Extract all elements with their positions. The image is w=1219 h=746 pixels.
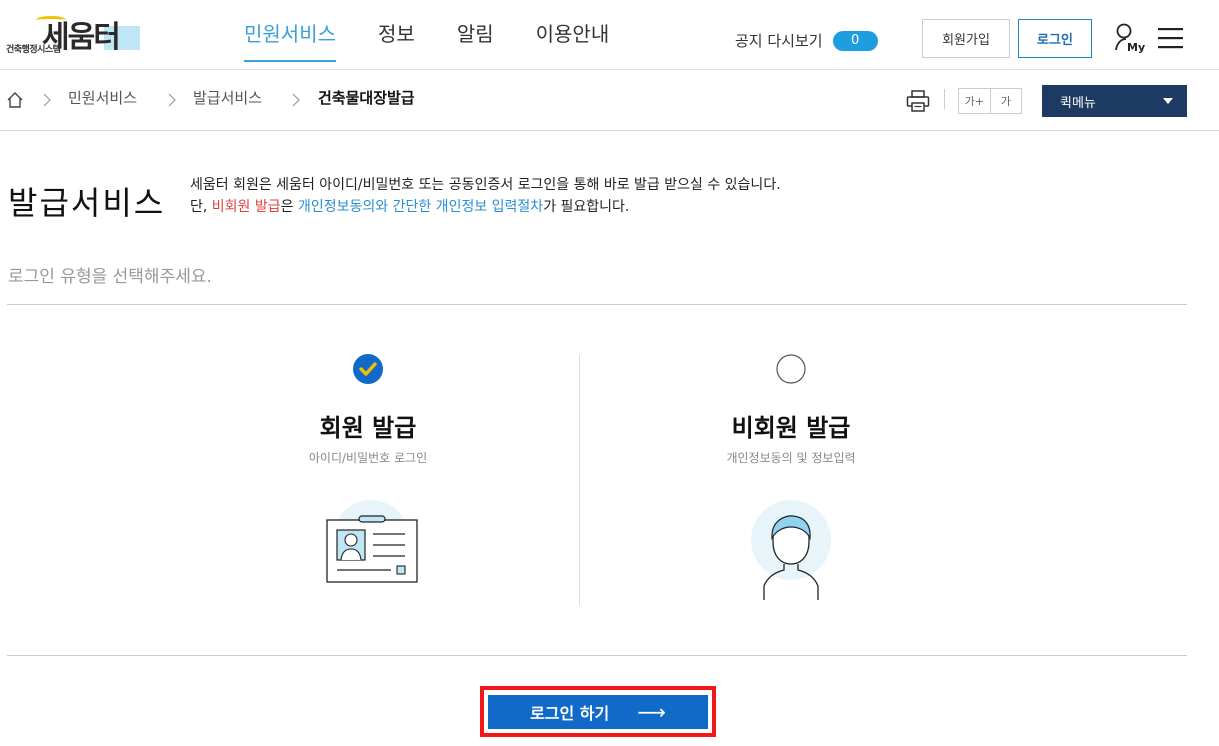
my-page-icon[interactable]: My: [1113, 22, 1147, 54]
option-subtitle: 개인정보동의 및 정보입력: [726, 451, 856, 465]
option-nonmember-issuance[interactable]: 비회원 발급 개인정보동의 및 정보입력: [641, 354, 941, 600]
id-card-icon: [313, 500, 423, 600]
notice-label: 공지 다시보기: [735, 32, 823, 50]
main-nav: 민원서비스 정보 알림 이용안내: [244, 18, 651, 62]
seumteo-logo[interactable]: 세움터 건축행정시스템: [6, 12, 146, 58]
chevron-right-icon: [291, 92, 301, 108]
radio-unselected-icon[interactable]: [776, 354, 806, 384]
nav-notice[interactable]: 알림: [457, 18, 494, 62]
arrow-right-icon: ⟶: [637, 700, 666, 724]
divider-top: [7, 304, 1187, 305]
caret-down-icon: [1163, 98, 1173, 104]
page-description: 세움터 회원은 세움터 아이디/비밀번호 또는 공동인증서 로그인을 통해 바로…: [190, 174, 781, 218]
toolbar-divider: [944, 89, 945, 109]
description-line-1: 세움터 회원은 세움터 아이디/비밀번호 또는 공동인증서 로그인을 통해 바로…: [190, 177, 781, 193]
quickmenu-select[interactable]: 퀵메뉴: [1042, 85, 1187, 117]
nav-guide[interactable]: 이용안내: [536, 18, 610, 62]
option-title: 회원 발급: [319, 414, 417, 442]
my-label: My: [1127, 41, 1145, 54]
breadcrumb-item[interactable]: 발급서비스: [193, 87, 262, 108]
header-login-button[interactable]: 로그인: [1018, 19, 1092, 58]
font-increase-button[interactable]: 가+: [959, 89, 991, 113]
chevron-right-icon: [42, 92, 52, 108]
breadcrumb-current: 건축물대장발급: [318, 89, 415, 107]
login-type-instruction: 로그인 유형을 선택해주세요.: [8, 267, 212, 287]
description-line-2: 단, 비회원 발급은 개인정보동의와 간단한 개인정보 입력절차가 필요합니다.: [190, 196, 781, 218]
desc-highlight-blue: 개인정보동의와 간단한 개인정보 입력절차: [297, 199, 544, 215]
breadcrumb-item[interactable]: 민원서비스: [68, 87, 137, 108]
option-title: 비회원 발급: [731, 414, 851, 442]
options-divider: [579, 355, 580, 605]
font-default-button[interactable]: 가: [991, 89, 1022, 113]
option-subtitle: 아이디/비밀번호 로그인: [308, 451, 428, 465]
font-size-control: 가+ 가: [958, 88, 1022, 114]
desc-suffix: 가 필요합니다.: [543, 199, 630, 215]
site-header: 세움터 건축행정시스템 민원서비스 정보 알림 이용안내 공지 다시보기 0 회…: [0, 0, 1219, 70]
join-button[interactable]: 회원가입: [922, 19, 1010, 58]
check-selected-icon[interactable]: [353, 354, 383, 384]
login-button[interactable]: 로그인 하기 ⟶: [488, 695, 708, 729]
nav-info[interactable]: 정보: [378, 18, 415, 62]
breadcrumb: 민원서비스 발급서비스 건축물대장발급 가+ 가 퀵메뉴: [0, 71, 1219, 131]
nav-civil-service[interactable]: 민원서비스: [244, 18, 336, 62]
quickmenu-label: 퀵메뉴: [1060, 95, 1096, 111]
notice-reopen[interactable]: 공지 다시보기 0: [735, 30, 878, 51]
home-icon[interactable]: [6, 91, 24, 109]
page-title: 발급서비스: [8, 184, 166, 222]
desc-mid: 은: [280, 199, 298, 215]
logo-subtext: 건축행정시스템: [6, 45, 61, 55]
option-member-issuance[interactable]: 회원 발급 아이디/비밀번호 로그인: [218, 354, 518, 600]
desc-highlight-red: 비회원 발급: [211, 199, 281, 215]
print-icon[interactable]: [906, 90, 930, 112]
person-icon: [736, 500, 846, 600]
notice-count-badge: 0: [832, 30, 878, 51]
login-button-label: 로그인 하기: [530, 704, 610, 723]
desc-prefix: 단,: [190, 199, 212, 215]
divider-bottom: [7, 655, 1187, 656]
hamburger-menu-icon[interactable]: [1158, 27, 1183, 49]
chevron-right-icon: [167, 92, 177, 108]
